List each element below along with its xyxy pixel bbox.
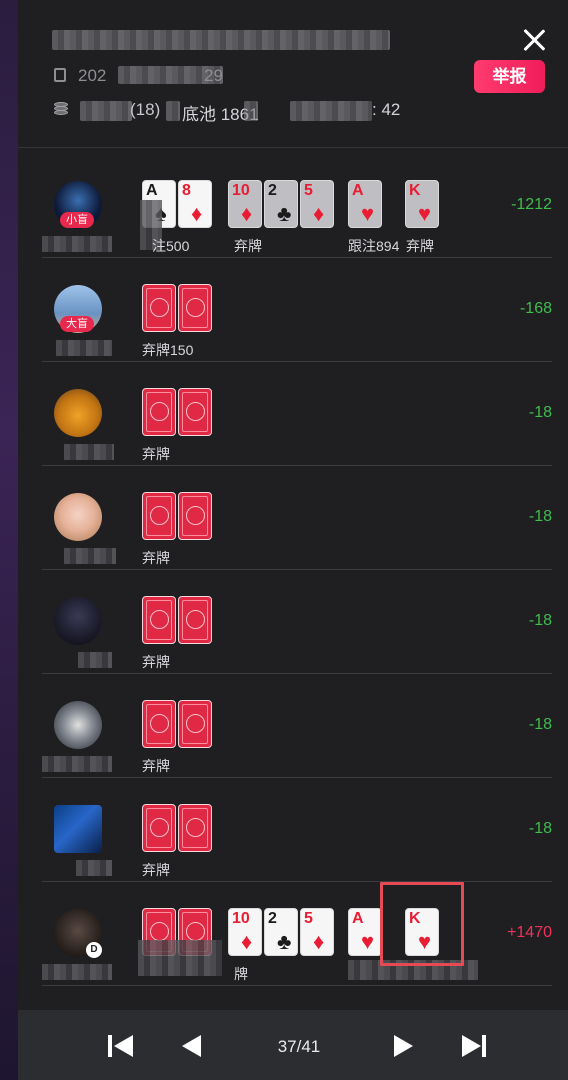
hand-date-prefix: 202 [78,66,107,85]
previous-page-icon[interactable] [182,1034,208,1058]
player-result: -18 [528,508,552,525]
player-action: 弃牌 [142,862,170,878]
player-name-redacted [42,964,112,980]
card: A ♥ [348,908,382,956]
player-name-redacted [64,444,114,460]
card: 5 ♦ [300,180,334,228]
player-name-redacted [42,756,112,772]
card-back [142,284,176,332]
first-page-icon[interactable] [108,1034,134,1058]
player-action: 弃牌 [142,758,170,774]
player-row: 弃牌 -18 [42,778,552,882]
avatar [54,493,102,541]
player-row: 小盲 A♠ 8♦ 10♦ 2♣ 5♦ A♥ K♥ 注500 弃牌 跟注894 弃… [42,154,552,258]
player-result: -18 [528,716,552,733]
avatar [54,389,102,437]
card-back [178,388,212,436]
avatar [54,597,102,645]
card: 8 ♦ [178,180,212,228]
next-page-icon[interactable] [394,1034,420,1058]
player-name-redacted [42,236,112,252]
card-back [178,284,212,332]
card-back [178,700,212,748]
player-row: 弃牌 -18 [42,362,552,466]
player-name-redacted [78,652,112,668]
blinds-suffix: (18) [130,100,161,119]
player-action-turn: 跟注894 [348,238,400,254]
player-action: 注500 [152,238,190,254]
player-result: -18 [528,612,552,629]
chips-icon [54,102,68,118]
card: 10 ♦ [228,180,262,228]
player-row: D 10 ♦ 2 ♣ 5 ♦ A ♥ K ♥ 牌 +1470 [42,882,552,986]
highlight-box [380,882,464,966]
card: K ♥ [405,180,439,228]
big-blind-badge: 大盲 [60,316,94,332]
player-result: -168 [519,300,552,317]
player-action: 弃牌 [142,550,170,566]
card-back [142,700,176,748]
avatar [54,701,102,749]
last-page-icon[interactable] [462,1034,488,1058]
page-indicator: 37/41 [277,1037,321,1056]
card-back [178,492,212,540]
player-action: 弃牌 [142,654,170,670]
player-action-flop: 弃牌 [234,238,262,254]
redacted-overlay [138,940,222,976]
hand-header: 202 29 (18) 底池 1861 : 42 举报 [18,0,568,148]
dealer-button-icon: D [86,942,102,958]
blinds-redacted [80,101,132,121]
card: 5 ♦ [300,908,334,956]
player-name-redacted [56,340,112,356]
report-button[interactable]: 举报 [474,60,545,93]
card-back [142,804,176,852]
card-back [142,596,176,644]
small-blind-badge: 小盲 [60,212,94,228]
calendar-icon [54,68,66,82]
player-row: 大盲 弃牌150 -168 [42,258,552,362]
card: 2 ♣ [264,908,298,956]
background-strip [0,0,18,1080]
card: 2 ♣ [264,180,298,228]
player-result: +1470 [507,924,552,941]
player-action: 弃牌150 [142,342,194,358]
avatar [54,805,102,853]
card-back [178,596,212,644]
player-action: 弃牌 [142,446,170,462]
player-name-redacted [76,860,112,876]
hand-id-suffix: : 42 [372,100,401,119]
card-back [142,388,176,436]
close-icon[interactable] [518,24,550,56]
player-name-redacted [64,548,116,564]
player-row: 弃牌 -18 [42,570,552,674]
hand-title-redacted [52,30,390,50]
card: 10 ♦ [228,908,262,956]
player-result: -18 [528,820,552,837]
card-back [178,804,212,852]
pot-redacted-2 [244,101,258,121]
card-back [142,492,176,540]
pot-redacted [166,101,180,121]
hand-history-panel: 202 29 (18) 底池 1861 : 42 举报 小盲 A♠ 8♦ 10♦… [18,0,568,1080]
player-row: 弃牌 -18 [42,674,552,778]
hand-id-redacted [290,101,372,121]
card: A ♥ [348,180,382,228]
hand-date-suffix: 29 [204,66,223,85]
pagination-bar: 37/41 [18,1010,568,1080]
player-row: 弃牌 -18 [42,466,552,570]
player-action-river: 弃牌 [406,238,434,254]
player-result: -18 [528,404,552,421]
player-result: -1212 [511,196,552,213]
player-action-flop: 牌 [234,966,248,982]
